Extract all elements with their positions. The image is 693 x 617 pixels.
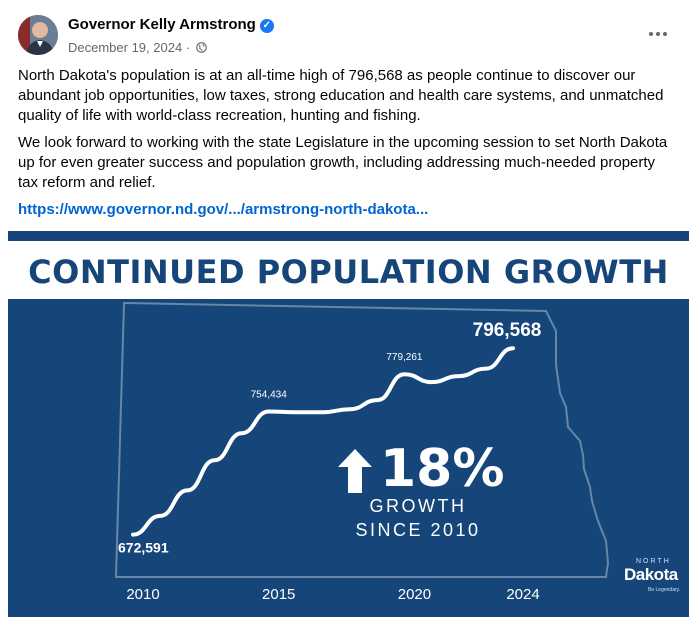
logo-dakota-text: Dakota [624,565,678,584]
meta-separator: · [182,40,194,55]
x-tick-2020: 2020 [398,586,431,603]
avatar-portrait-icon [18,15,58,55]
x-tick-2024: 2024 [506,586,539,603]
author-name-row: Governor Kelly Armstrong ✓ [68,16,274,33]
globe-icon [195,42,207,53]
logo-north-text: NORTH [636,558,671,565]
x-tick-2010: 2010 [126,586,159,603]
dot-icon [656,32,660,36]
population-graphic[interactable]: CONTINUED POPULATION GROWTH 672,591 754,4… [8,231,689,617]
logo-tagline: Be Legendary. [648,587,681,593]
author-name[interactable]: Governor Kelly Armstrong [68,16,256,33]
data-label-2024: 796,568 [473,320,542,341]
verified-badge-icon: ✓ [259,19,274,33]
arrow-up-icon [338,449,372,493]
population-chart: 672,591 754,434 779,261 796,568 2010 2015 202… [114,301,610,603]
author-avatar[interactable] [18,15,58,55]
post-paragraph-1: North Dakota's population is at an all-t… [18,67,664,124]
dot-icon [649,32,653,36]
data-label-2020: 779,261 [386,352,423,363]
more-options-button[interactable] [640,20,676,48]
data-label-2015: 754,434 [251,390,288,401]
facebook-post: Governor Kelly Armstrong ✓ December 19, 2… [0,0,693,617]
since-label: SINCE 2010 [355,520,481,540]
post-meta: December 19, 2024 · [68,40,207,55]
x-tick-2015: 2015 [262,586,295,603]
growth-label: GROWTH [369,496,467,516]
dot-icon [663,32,667,36]
data-label-2010: 672,591 [118,540,169,556]
post-date[interactable]: December 19, 2024 [68,40,182,55]
post-link[interactable]: https://www.governor.nd.gov/.../armstron… [18,201,428,218]
growth-percent: 18% [380,439,505,499]
post-paragraph-2: We look forward to working with the stat… [18,134,668,191]
